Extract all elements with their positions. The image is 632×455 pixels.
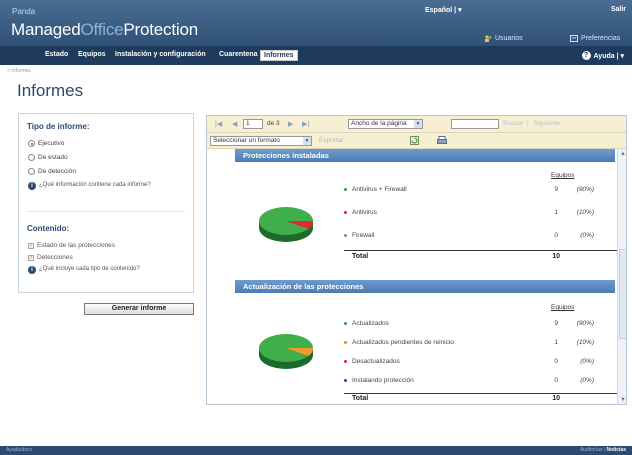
info-icon: i	[28, 182, 36, 190]
total-row: Total 10	[352, 395, 560, 402]
legend-bullet	[344, 379, 347, 382]
first-page-icon[interactable]: |◀	[215, 120, 222, 128]
export-link[interactable]: Exportar	[319, 137, 344, 144]
footer-left-link[interactable]: Ayuda/docs	[6, 447, 32, 453]
print-icon[interactable]	[437, 136, 447, 147]
report-options-panel: Tipo de informe: Ejecutivo De estado De …	[18, 113, 194, 293]
prev-page-icon[interactable]: ◀	[232, 120, 237, 128]
language-selector[interactable]: Español | ▾	[425, 6, 462, 14]
legend-bullet	[344, 211, 347, 214]
page-count: de 3	[267, 120, 280, 127]
app-header: Panda ManagedOfficeProtection Español | …	[0, 0, 632, 46]
radio-button[interactable]	[28, 168, 35, 175]
divider	[344, 250, 622, 251]
viewer-toolbar-nav: |◀ ◀ 1 de 3 ▶ ▶| Ancho de la página ▼ Bus…	[207, 116, 626, 133]
users-icon	[484, 35, 492, 42]
search-input[interactable]	[451, 119, 499, 129]
nav-informes[interactable]: Informes	[260, 50, 298, 61]
nav-equipos[interactable]: Equipos	[78, 51, 106, 58]
radio-de-estado[interactable]: De estado	[28, 154, 68, 161]
refresh-icon[interactable]	[410, 136, 419, 147]
table-row: Antivirus 1 (10%)	[344, 209, 594, 219]
preferences-link[interactable]: Preferencias	[570, 35, 620, 42]
section-header-actualizacion: Actualización de las protecciones	[235, 280, 615, 293]
table-row: Antivirus + Firewall 9 (90%)	[344, 186, 594, 196]
radio-button[interactable]	[28, 154, 35, 161]
radio-button[interactable]	[28, 140, 35, 147]
main-nav: Estado Equipos Instalación y configuraci…	[0, 46, 632, 65]
column-header-equipos: Equipos	[551, 172, 575, 179]
table-row: Actualizados pendientes de reinicio 1 (1…	[344, 339, 594, 349]
checkbox-detecciones[interactable]: ✓ Detecciones	[28, 254, 73, 261]
page-number-input[interactable]: 1	[243, 119, 263, 129]
table-row: Instalando protección 0 (0%)	[344, 377, 594, 387]
footer-links: Auditorías | Noticias	[579, 447, 626, 453]
vertical-scrollbar[interactable]: ▲ ▼	[617, 149, 626, 404]
generate-report-button[interactable]: Generar informe	[84, 303, 194, 315]
report-viewer: |◀ ◀ 1 de 3 ▶ ▶| Ancho de la página ▼ Bus…	[206, 115, 627, 405]
table-row: Actualizados 9 (90%)	[344, 320, 594, 330]
chevron-down-icon: ▼	[303, 137, 311, 145]
divider	[344, 393, 622, 394]
report-type-heading: Tipo de informe:	[27, 122, 90, 131]
format-select[interactable]: Seleccionar un formato ▼	[210, 136, 312, 146]
help-icon: ?	[581, 51, 591, 60]
content-heading: Contenido:	[27, 224, 70, 233]
brand-logo: ManagedOfficeProtection	[11, 20, 198, 39]
nav-estado[interactable]: Estado	[45, 51, 68, 58]
page-title: Informes	[17, 81, 84, 100]
chevron-down-icon: ▼	[414, 120, 422, 128]
scroll-down-icon[interactable]: ▼	[619, 396, 626, 404]
next-page-icon[interactable]: ▶	[288, 120, 293, 128]
breadcrumb[interactable]: < Informes	[7, 68, 31, 74]
brand-vendor: Panda	[12, 7, 36, 16]
checkbox-estado-protecciones[interactable]: ✓ Estado de las protecciones	[28, 242, 115, 249]
report-type-info-link[interactable]: i ¿Qué información contiene cada informe…	[28, 182, 178, 190]
help-menu[interactable]: ? Ayuda | ▾	[581, 51, 624, 60]
last-page-icon[interactable]: ▶|	[302, 120, 309, 128]
scroll-up-icon[interactable]: ▲	[619, 150, 626, 158]
checkbox[interactable]: ✓	[28, 242, 34, 249]
zoom-select[interactable]: Ancho de la página ▼	[348, 119, 423, 129]
scroll-thumb[interactable]	[619, 249, 626, 339]
legend-bullet	[344, 341, 347, 344]
find-link[interactable]: Buscar	[503, 120, 523, 127]
find-next-link[interactable]: Siguiente	[533, 120, 560, 127]
viewer-toolbar-export: Seleccionar un formato ▼ Exportar	[207, 133, 626, 149]
checkbox[interactable]: ✓	[28, 254, 34, 261]
legend-bullet	[344, 188, 347, 191]
app-footer: Ayuda/docs Auditorías | Noticias	[0, 446, 632, 455]
table-row: Firewall 0 (0%)	[344, 232, 594, 242]
info-icon: i	[28, 266, 36, 274]
radio-de-deteccion[interactable]: De detección	[28, 168, 76, 175]
legend-bullet	[344, 234, 347, 237]
nav-instalacion[interactable]: Instalación y configuración	[115, 51, 206, 58]
radio-ejecutivo[interactable]: Ejecutivo	[28, 140, 64, 147]
table-row: Desactualizados 0 (0%)	[344, 358, 594, 368]
pie-chart-protecciones	[259, 207, 314, 242]
column-header-equipos: Equipos	[551, 304, 575, 311]
users-link[interactable]: Usuarios	[484, 35, 523, 42]
divider	[27, 211, 185, 212]
content-info-link[interactable]: i ¿Qué incluye cada tipo de contenido?	[28, 266, 140, 274]
legend-bullet	[344, 322, 347, 325]
nav-cuarentena[interactable]: Cuarentena	[219, 51, 258, 58]
section-header-protecciones: Protecciones instaladas	[235, 149, 615, 162]
legend-bullet	[344, 360, 347, 363]
preferences-icon	[570, 35, 578, 42]
pie-chart-actualizacion	[259, 334, 314, 369]
report-content: Protecciones instaladas Equipos Antiviru…	[207, 149, 622, 404]
logout-link[interactable]: Salir	[611, 6, 626, 13]
total-row: Total 10	[352, 253, 560, 260]
